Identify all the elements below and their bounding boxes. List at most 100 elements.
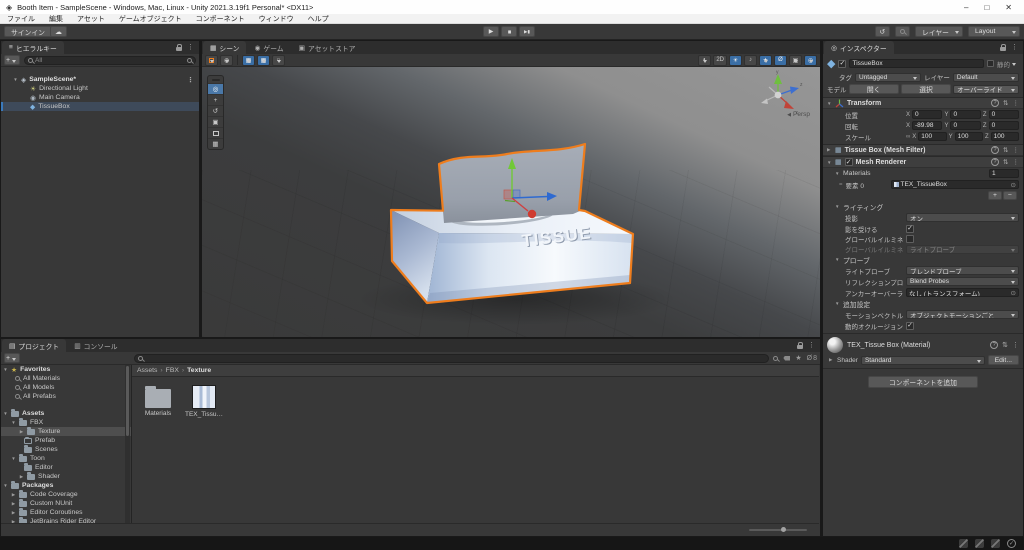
mute-messages-icon[interactable] [959, 539, 968, 548]
drag-handle-icon[interactable]: = [839, 182, 843, 188]
favorites-root[interactable]: ▼ ★ Favorites [1, 365, 131, 374]
folder-fbx[interactable]: ▼ FBX [1, 417, 131, 427]
snap-increment-dropdown[interactable]: ▦ [257, 54, 270, 66]
rotation-x-field[interactable]: -89.98 [912, 121, 943, 130]
model-overrides-dropdown[interactable]: オーバーライド [953, 84, 1020, 94]
menu-file[interactable]: ファイル [7, 14, 35, 24]
model-open-button[interactable]: 開く [848, 84, 899, 94]
help-icon[interactable]: ? [991, 99, 1000, 107]
object-picker-icon[interactable]: ⊙ [1011, 181, 1016, 189]
material-foldout-icon[interactable]: ▶ [829, 357, 834, 363]
foldout-open-icon[interactable]: ▼ [827, 160, 832, 165]
shading-mode-dropdown[interactable]: ◐ [698, 54, 712, 66]
tag-dropdown[interactable]: Untagged [855, 72, 922, 82]
play-button[interactable]: ▶ [483, 26, 499, 37]
packages-root[interactable]: ▼ Packages [1, 480, 131, 490]
progress-ok-icon[interactable]: ✓ [1007, 539, 1016, 548]
mesh-filter-header[interactable]: ▶ ▦ Tissue Box (Mesh Filter) ? ⇅ ⋮ [823, 144, 1023, 156]
rotation-z-field[interactable]: 0 [988, 121, 1020, 130]
folder-editor[interactable]: Editor [1, 462, 131, 472]
folder-toon[interactable]: ▼ Toon [1, 453, 131, 463]
hierarchy-item-tissuebox[interactable]: ◆ TissueBox [1, 102, 199, 111]
material-object-field[interactable]: TEX_TissueBox ⊙ [890, 180, 1019, 189]
probes-foldout[interactable]: ▼ プローブ [823, 254, 1023, 265]
slider-thumb[interactable] [780, 527, 786, 532]
context-menu-icon[interactable]: ⋮ [1012, 341, 1019, 349]
layout-dropdown[interactable]: Layout [968, 26, 1020, 37]
folder-texture[interactable]: ▶ Texture [1, 426, 131, 436]
scale-z-field[interactable]: 100 [990, 132, 1020, 141]
constrain-proportions-icon[interactable]: ∞ [906, 134, 910, 140]
favorite-all-materials[interactable]: All Materials [1, 374, 131, 383]
position-z-field[interactable]: 0 [988, 110, 1020, 119]
scene-lighting-toggle[interactable]: ☀ [729, 54, 742, 66]
panel-menu-icon[interactable]: ⋮ [1011, 43, 1018, 51]
model-select-button[interactable]: 選択 [900, 84, 952, 94]
shader-dropdown[interactable]: Standard [860, 355, 985, 365]
thumbnail-size-slider[interactable] [749, 527, 807, 532]
cast-shadows-dropdown[interactable]: オン [906, 213, 1019, 222]
favorites-star-icon[interactable]: ★ [795, 354, 801, 362]
assets-root[interactable]: ▼ Assets [1, 408, 131, 418]
foldout-open-icon[interactable]: ▼ [13, 77, 18, 82]
mute-errors-icon[interactable] [991, 539, 1000, 548]
shader-edit-button[interactable]: Edit... [987, 355, 1019, 365]
object-name-field[interactable]: TissueBox [849, 59, 984, 68]
tab-hierarchy[interactable]: ≡ ヒエラルキー [2, 41, 64, 54]
search-filter-icon[interactable] [187, 57, 192, 63]
lighting-foldout[interactable]: ▼ ライティング [823, 201, 1023, 212]
package-custom-nunit[interactable]: ▶ Custom NUnit [1, 498, 131, 508]
hidden-packages-count[interactable]: Ø8 [807, 355, 817, 362]
breadcrumb-texture[interactable]: Texture [187, 367, 211, 374]
materials-count-field[interactable]: 1 [989, 169, 1019, 178]
lock-icon[interactable] [176, 43, 182, 51]
cloud-services-button[interactable]: ☁ [50, 26, 67, 37]
maximize-button[interactable]: □ [984, 3, 989, 12]
mesh-renderer-enabled-checkbox[interactable]: ✓ [844, 158, 853, 166]
sign-in-button[interactable]: サインイン [4, 26, 52, 37]
scale-tool-button[interactable]: ▣ [208, 116, 223, 127]
foldout-closed-icon[interactable]: ▶ [827, 147, 832, 153]
rotate-tool-button[interactable]: ↺ [208, 105, 223, 116]
menu-component[interactable]: コンポーネント [196, 14, 245, 24]
tree-scrollbar[interactable] [125, 365, 130, 523]
favorite-all-prefabs[interactable]: All Prefabs [1, 392, 131, 401]
transform-header[interactable]: ▼ Transform ? ⇅ ⋮ [823, 97, 1023, 109]
global-search-button[interactable] [895, 26, 910, 37]
scene-menu-icon[interactable]: ⋮ [187, 76, 199, 84]
reflection-probes-dropdown[interactable]: Blend Probes [906, 277, 1019, 286]
tool-handle-position-dropdown[interactable] [205, 54, 218, 66]
grid-visibility-dropdown[interactable]: ▦ [242, 54, 255, 66]
hierarchy-search-input[interactable]: All [24, 55, 196, 65]
view-tool-button[interactable]: ◎ [208, 83, 223, 94]
panel-menu-icon[interactable]: ⋮ [187, 43, 194, 51]
panel-menu-icon[interactable]: ⋮ [808, 341, 815, 349]
tab-asset-store[interactable]: ▣ アセットストア [292, 41, 363, 54]
asset-item-materials[interactable]: Materials [136, 385, 180, 418]
position-x-field[interactable]: 0 [912, 110, 943, 119]
material-header[interactable]: TEX_Tissue Box (Material) ? ⇅ ⋮ [823, 334, 1023, 354]
presets-icon[interactable]: ⇅ [1002, 341, 1008, 349]
tab-scene[interactable]: ▦ シーン [203, 41, 247, 54]
step-button[interactable]: ▶▮ [519, 26, 535, 37]
effects-dropdown[interactable]: ★ [759, 54, 772, 66]
scene-audio-toggle[interactable]: ♪ [744, 54, 757, 66]
package-code-coverage[interactable]: ▶ Code Coverage [1, 489, 131, 499]
perspective-label[interactable]: ◀ Persp [787, 111, 810, 118]
scene-root-row[interactable]: ▼ ◈ SampleScene* ⋮ [1, 75, 199, 84]
menu-assets[interactable]: アセット [77, 14, 105, 24]
dynamic-occlusion-checkbox[interactable]: ✓ [906, 321, 914, 330]
foldout-open-icon[interactable]: ▼ [827, 101, 832, 106]
additional-settings-foldout[interactable]: ▼ 追加設定 [823, 298, 1023, 309]
presets-icon[interactable]: ⇅ [1003, 99, 1008, 107]
tissuebox-3d-object[interactable]: TISSUE TISSUE [202, 67, 820, 337]
help-icon[interactable]: ? [990, 341, 999, 349]
create-asset-button[interactable]: + [4, 353, 20, 363]
create-object-button[interactable]: + [4, 55, 20, 65]
minimize-button[interactable]: – [964, 3, 968, 12]
undo-history-button[interactable]: ↺ [875, 26, 890, 37]
layer-dropdown[interactable]: Default [952, 72, 1019, 82]
pause-button[interactable]: ▮▮ [501, 26, 517, 37]
help-icon[interactable]: ? [991, 146, 1000, 154]
menu-gameobject[interactable]: ゲームオブジェクト [119, 14, 182, 24]
